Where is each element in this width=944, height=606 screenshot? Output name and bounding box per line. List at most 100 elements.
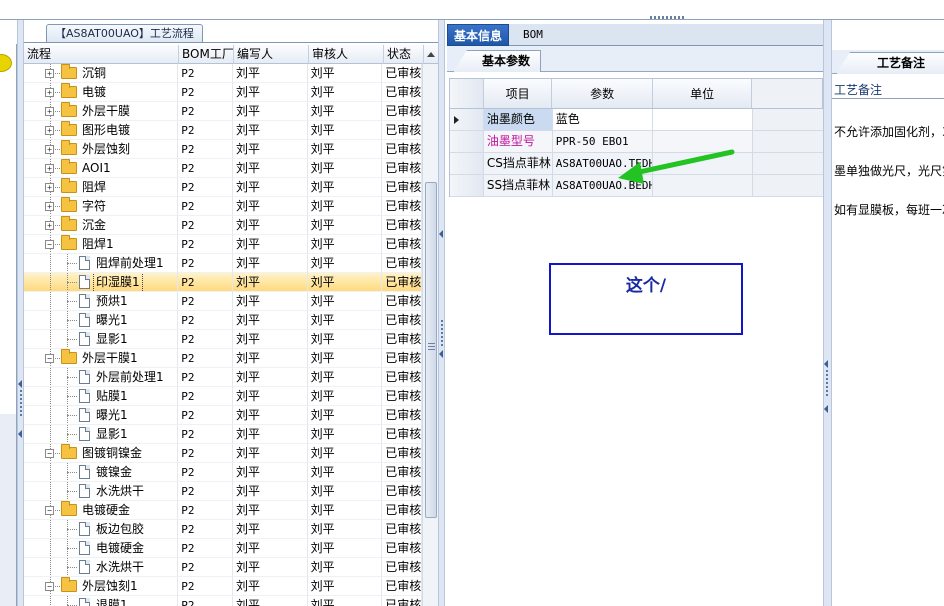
tab-basic-params[interactable]: 基本参数 xyxy=(453,50,542,72)
tree-row[interactable]: + 沉金 P2 刘平 刘平 已审核 xyxy=(24,216,422,235)
collapse-node-icon[interactable]: − xyxy=(45,582,54,591)
column-header-flow[interactable]: 流程 xyxy=(24,45,179,64)
column-header-status[interactable]: 状态 xyxy=(384,45,424,64)
expand-node-icon[interactable]: + xyxy=(45,164,54,173)
tree-row[interactable]: 电镀硬金 P2 刘平 刘平 已审核 xyxy=(24,539,422,558)
tree-row[interactable]: 曝光1 P2 刘平 刘平 已审核 xyxy=(24,311,422,330)
collapse-node-icon[interactable]: − xyxy=(45,240,54,249)
tree-row[interactable]: 板边包胶 P2 刘平 刘平 已审核 xyxy=(24,520,422,539)
tree-node[interactable]: + 沉铜 xyxy=(24,64,179,83)
param-row[interactable]: 油墨颜色 蓝色 xyxy=(449,109,824,131)
tree-node[interactable]: 显影1 xyxy=(24,330,179,349)
tree-row[interactable]: 退膜1 P2 刘平 刘平 已审核 xyxy=(24,596,422,606)
tree-row[interactable]: + 外层蚀刻 P2 刘平 刘平 已审核 xyxy=(24,140,422,159)
tree-node[interactable]: 电镀硬金 xyxy=(24,539,179,558)
column-header-writer[interactable]: 编写人 xyxy=(234,45,309,64)
tree-row[interactable]: − 外层干膜1 P2 刘平 刘平 已审核 xyxy=(24,349,422,368)
tree-row[interactable]: 水洗烘干 P2 刘平 刘平 已审核 xyxy=(24,482,422,501)
tree-node[interactable]: − 阻焊1 xyxy=(24,235,179,254)
tree-node[interactable]: + AOI1 xyxy=(24,159,179,178)
tree-node[interactable]: 退膜1 xyxy=(24,596,179,606)
tree-scrollbar[interactable] xyxy=(422,64,438,606)
param-item-cell[interactable]: SS挡点菲林 xyxy=(483,175,553,197)
collapse-left-icon[interactable] xyxy=(18,380,22,388)
left-splitter[interactable] xyxy=(17,20,24,606)
param-item-cell[interactable]: 油墨颜色 xyxy=(483,109,553,131)
tree-row[interactable]: 外层前处理1 P2 刘平 刘平 已审核 xyxy=(24,368,422,387)
tree-row[interactable]: 阻焊前处理1 P2 刘平 刘平 已审核 xyxy=(24,254,422,273)
column-header-item[interactable]: 项目 xyxy=(484,79,553,108)
collapse-node-icon[interactable]: − xyxy=(45,449,54,458)
column-header-param[interactable]: 参数 xyxy=(552,79,653,108)
expand-node-icon[interactable]: + xyxy=(45,221,54,230)
tree-node[interactable]: + 沉金 xyxy=(24,216,179,235)
tree-row[interactable]: − 电镀硬金 P2 刘平 刘平 已审核 xyxy=(24,501,422,520)
collapse-right-icon[interactable] xyxy=(824,360,828,368)
row-indicator[interactable] xyxy=(450,131,484,153)
tree-row[interactable]: + AOI1 P2 刘平 刘平 已审核 xyxy=(24,159,422,178)
right-splitter[interactable] xyxy=(823,20,832,606)
tree-row[interactable]: + 阻焊 P2 刘平 刘平 已审核 xyxy=(24,178,422,197)
tree-node[interactable]: 镀镍金 xyxy=(24,463,179,482)
scrollbar-thumb[interactable] xyxy=(425,182,437,518)
tree-node[interactable]: 阻焊前处理1 xyxy=(24,254,179,273)
collapse-left-icon[interactable] xyxy=(439,230,443,238)
column-header-unit[interactable]: 单位 xyxy=(653,79,753,108)
tree-node[interactable]: + 外层干膜 xyxy=(24,102,179,121)
expand-node-icon[interactable]: + xyxy=(45,145,54,154)
row-indicator[interactable] xyxy=(450,153,484,175)
tree-row[interactable]: − 外层蚀刻1 P2 刘平 刘平 已审核 xyxy=(24,577,422,596)
tree-row[interactable]: + 电镀 P2 刘平 刘平 已审核 xyxy=(24,83,422,102)
tree-row[interactable]: − 阻焊1 P2 刘平 刘平 已审核 xyxy=(24,235,422,254)
tree-node[interactable]: 贴膜1 xyxy=(24,387,179,406)
tree-node[interactable]: 显影1 xyxy=(24,425,179,444)
tree-node[interactable]: 水洗烘干 xyxy=(24,482,179,501)
remarks-textarea[interactable]: 不允许添加固化剂，3 墨单独做光尺，光尺第 如有显膜板，每班一次 xyxy=(834,100,944,230)
row-indicator[interactable] xyxy=(450,109,484,131)
tree-row[interactable]: − 图镀铜镍金 P2 刘平 刘平 已审核 xyxy=(24,444,422,463)
tree-node[interactable]: + 字符 xyxy=(24,197,179,216)
expand-node-icon[interactable]: + xyxy=(45,69,54,78)
expand-node-icon[interactable]: + xyxy=(45,202,54,211)
tree-row[interactable]: 曝光1 P2 刘平 刘平 已审核 xyxy=(24,406,422,425)
tree-node[interactable]: 水洗烘干 xyxy=(24,558,179,577)
expand-node-icon[interactable]: + xyxy=(45,126,54,135)
tree-node[interactable]: 预烘1 xyxy=(24,292,179,311)
tree-node[interactable]: − 外层蚀刻1 xyxy=(24,577,179,596)
tree-node[interactable]: + 阻焊 xyxy=(24,178,179,197)
tree-node[interactable]: 曝光1 xyxy=(24,311,179,330)
tree-node[interactable]: + 电镀 xyxy=(24,83,179,102)
splitter-grip[interactable] xyxy=(650,16,686,19)
tree-row[interactable]: 显影1 P2 刘平 刘平 已审核 xyxy=(24,330,422,349)
param-unit-cell[interactable] xyxy=(653,109,754,131)
tree-row[interactable]: 镀镍金 P2 刘平 刘平 已审核 xyxy=(24,463,422,482)
expand-node-icon[interactable]: + xyxy=(45,88,54,97)
tab-process-remarks[interactable]: 工艺备注 xyxy=(836,52,944,74)
tree-node[interactable]: − 图镀铜镍金 xyxy=(24,444,179,463)
tree-node[interactable]: + 外层蚀刻 xyxy=(24,140,179,159)
row-indicator[interactable] xyxy=(450,175,484,197)
tree-row[interactable]: 显影1 P2 刘平 刘平 已审核 xyxy=(24,425,422,444)
param-item-cell[interactable]: CS挡点菲林 xyxy=(483,153,553,175)
tree-row[interactable]: + 字符 P2 刘平 刘平 已审核 xyxy=(24,197,422,216)
tab-bom[interactable]: BOM xyxy=(517,24,549,46)
tree-node[interactable]: 曝光1 xyxy=(24,406,179,425)
tree-row[interactable]: 预烘1 P2 刘平 刘平 已审核 xyxy=(24,292,422,311)
tab-basic-info[interactable]: 基本信息 xyxy=(447,24,510,46)
tree-row[interactable]: 水洗烘干 P2 刘平 刘平 已审核 xyxy=(24,558,422,577)
collapse-left-icon[interactable] xyxy=(18,430,22,438)
tab-process-flow[interactable]: 【AS8AT00UAO】工艺流程 xyxy=(46,24,203,43)
collapse-node-icon[interactable]: − xyxy=(45,506,54,515)
tree-row[interactable]: + 沉铜 P2 刘平 刘平 已审核 xyxy=(24,64,422,83)
middle-splitter[interactable] xyxy=(438,20,445,606)
tree-node[interactable]: − 电镀硬金 xyxy=(24,501,179,520)
sort-ascending-icon[interactable] xyxy=(424,45,438,64)
tree-node[interactable]: 板边包胶 xyxy=(24,520,179,539)
tree-node[interactable]: − 外层干膜1 xyxy=(24,349,179,368)
collapse-right-icon[interactable] xyxy=(824,405,828,413)
tree-node[interactable]: + 图形电镀 xyxy=(24,121,179,140)
param-item-cell[interactable]: 油墨型号 xyxy=(483,131,553,153)
collapse-left-icon[interactable] xyxy=(439,350,443,358)
param-value-cell[interactable]: 蓝色 xyxy=(552,109,654,131)
tree-node[interactable]: 外层前处理1 xyxy=(24,368,179,387)
